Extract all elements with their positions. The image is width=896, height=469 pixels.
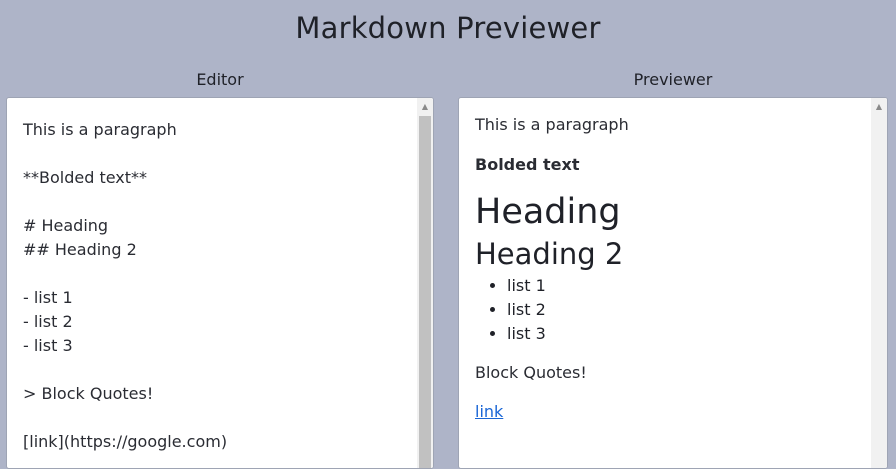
list-item: list 1 xyxy=(507,274,865,298)
preview-blockquote: Block Quotes! xyxy=(475,363,587,382)
editor-scroll-thumb[interactable] xyxy=(419,116,431,468)
preview-scrollbar[interactable]: ▲ xyxy=(871,98,887,468)
list-item: list 2 xyxy=(507,298,865,322)
scroll-up-arrow-icon[interactable]: ▲ xyxy=(871,98,887,115)
app-title: Markdown Previewer xyxy=(295,11,601,45)
scroll-up-arrow-icon[interactable]: ▲ xyxy=(417,98,433,115)
preview-bold-text: Bolded text xyxy=(475,155,580,174)
editor-text[interactable]: This is a paragraph **Bolded text** # He… xyxy=(23,118,227,454)
list-item: list 3 xyxy=(507,322,865,346)
editor-scrollbar[interactable]: ▲ xyxy=(417,98,433,468)
editor-textarea[interactable]: This is a paragraph **Bolded text** # He… xyxy=(6,97,434,469)
preview-content: This is a paragraph Bolded text Heading … xyxy=(475,114,865,421)
preview-list: list 1 list 2 list 3 xyxy=(475,274,865,346)
preview-link[interactable]: link xyxy=(475,402,503,421)
previewer-label: Previewer xyxy=(633,70,713,89)
preview-heading-1: Heading xyxy=(475,192,621,232)
editor-label: Editor xyxy=(196,70,244,89)
preview-paragraph: This is a paragraph xyxy=(475,115,629,134)
preview-pane: This is a paragraph Bolded text Heading … xyxy=(458,97,888,469)
preview-heading-2: Heading 2 xyxy=(475,237,624,271)
